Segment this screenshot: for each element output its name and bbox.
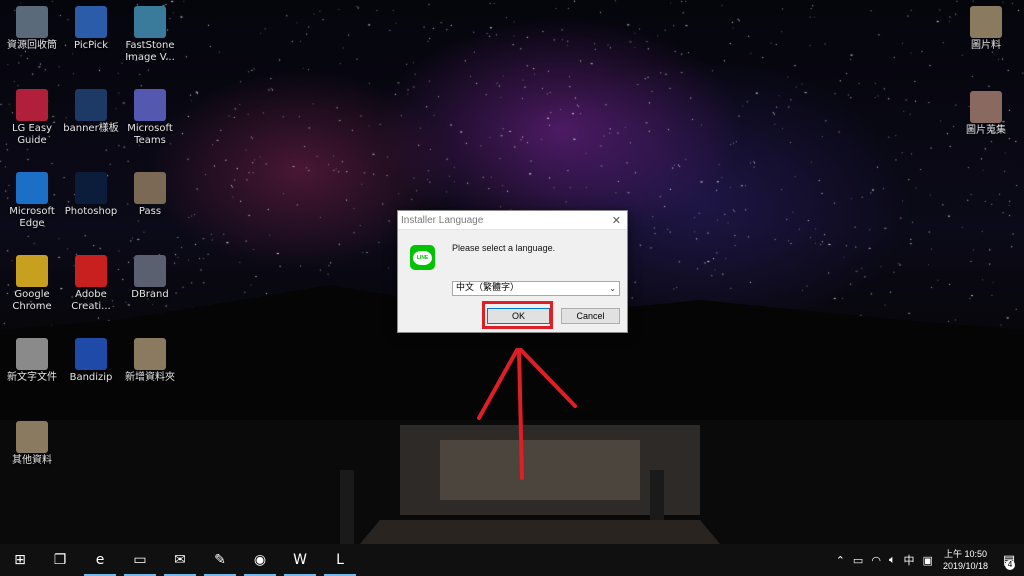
word-icon[interactable]: W [280,544,320,576]
language-select-value: 中文（繁體字） [456,283,520,293]
taskbar: ⊞ ❐ e ▭ ✉ ✎ ◉ W L ⌃ ▭ ◠ 🔈︎ 中 ▣ 上午 10:50 2019/10/… [0,544,1024,576]
system-tray: ⌃ ▭ ◠ 🔈︎ 中 ▣ 上午 10:50 2019/10/18 ▤ 4 [832,544,1024,576]
desktop-icon[interactable]: Bandizip [59,338,123,384]
ime-mode-icon[interactable]: ▣ [923,554,933,567]
dialog-title: Installer Language [401,214,484,226]
desktop-icon-label: FastStone Image V... [125,40,175,63]
chrome-icon[interactable]: ◉ [240,544,280,576]
wifi-icon[interactable]: ◠ [871,554,881,567]
desktop-icon-label: Adobe Creati... [71,289,111,312]
chevron-up-icon[interactable]: ⌃ [836,554,845,567]
desktop-icon-label: 圖片蒐集 [966,125,1006,136]
desktop-icon-label: Microsoft Edge [9,206,55,229]
folder-icon [134,172,166,204]
notification-count: 4 [1005,560,1015,570]
desktop-icon[interactable]: 圖片蒐集 [954,91,1018,137]
line-logo-text: LINE [413,250,432,265]
battery-icon[interactable]: ▭ [853,554,863,567]
desktop-icon-label: 其他資料 [12,455,52,466]
desktop-icon[interactable]: PicPick [59,6,123,52]
recycle-bin-icon [16,6,48,38]
photoshop-icon [75,172,107,204]
desktop-icon-label: 資源回收筒 [7,40,57,51]
desktop-icon-label: 圖片料 [971,40,1001,51]
desktop-icon[interactable]: LG Easy Guide [0,89,64,147]
desktop-icon-label: 新文字文件 [7,372,57,383]
line-logo-icon: LINE [410,245,435,270]
clock[interactable]: 上午 10:50 2019/10/18 [943,548,988,572]
close-icon[interactable]: ✕ [612,211,621,230]
picpick-icon [75,6,107,38]
chrome-icon [16,255,48,287]
text-file-icon [16,338,48,370]
clock-date: 2019/10/18 [942,561,988,571]
notepad-icon[interactable]: ✎ [200,544,240,576]
desktop-icon-label: Microsoft Teams [127,123,173,146]
cancel-button[interactable]: Cancel [561,308,620,324]
lg-easy-guide-icon [16,89,48,121]
desktop-icon-label: Bandizip [69,372,113,383]
desktop-icon[interactable]: banner樣板 [59,89,123,135]
psd-file-icon [75,89,107,121]
language-select[interactable]: 中文（繁體字） ⌄ [452,281,620,296]
mail-icon[interactable]: ✉ [160,544,200,576]
desktop-icon-label: Pass [138,206,162,217]
desktop-icon[interactable]: 資源回收筒 [0,6,64,52]
desktop-icon-label: LG Easy Guide [11,123,53,146]
folder-icon [970,91,1002,123]
desktop-icon-label: 新增資料夾 [125,372,175,383]
desktop-icon[interactable]: Google Chrome [0,255,64,313]
dialog-titlebar[interactable]: Installer Language ✕ [398,211,627,230]
folder-icon [134,338,166,370]
faststone-icon [134,6,166,38]
language-prompt: Please select a language. [452,243,556,253]
folder-icon [16,421,48,453]
taskbar-apps: ⊞ ❐ e ▭ ✉ ✎ ◉ W L [0,544,360,576]
desktop-icon[interactable]: Adobe Creati... [59,255,123,313]
desktop-icon[interactable]: Microsoft Edge [0,172,64,230]
folder-icon [970,6,1002,38]
desktop-icon[interactable]: DBrand [118,255,182,301]
desktop-icon-label: DBrand [131,289,169,300]
edge-icon[interactable]: e [80,544,120,576]
desktop-icon[interactable]: 其他資料 [0,421,64,467]
ok-button[interactable]: OK [487,308,550,324]
desktop-icon[interactable]: Microsoft Teams [118,89,182,147]
desktop-icon-label: Photoshop [64,206,118,217]
file-explorer-icon[interactable]: ▭ [120,544,160,576]
creative-cloud-icon [75,255,107,287]
installer-language-dialog: Installer Language ✕ LINE Please select … [397,210,628,333]
desktop-icon[interactable]: 新文字文件 [0,338,64,384]
desktop-icon[interactable]: FastStone Image V... [118,6,182,64]
desktop-icon-label: Google Chrome [12,289,52,312]
action-center-icon[interactable]: ▤ 4 [994,544,1024,576]
start-windows-icon[interactable]: ⊞ [0,544,40,576]
chevron-down-icon: ⌄ [609,284,616,293]
desktop-icon[interactable]: 新增資料夾 [118,338,182,384]
line-icon[interactable]: L [320,544,360,576]
task-view-icon[interactable]: ❐ [40,544,80,576]
desktop-icon[interactable]: 圖片料 [954,6,1018,52]
edge-icon [16,172,48,204]
desktop-icon-label: PicPick [74,40,108,51]
volume-icon[interactable]: 🔈︎ [889,553,896,567]
clock-time: 上午 10:50 [943,549,987,559]
desktop-icon-label: banner樣板 [63,123,119,134]
desktop-icon[interactable]: Photoshop [59,172,123,218]
ime-indicator[interactable]: 中 [904,552,915,568]
desktop-icon[interactable]: Pass [118,172,182,218]
teams-icon [134,89,166,121]
shortcut-icon [134,255,166,287]
bandizip-icon [75,338,107,370]
